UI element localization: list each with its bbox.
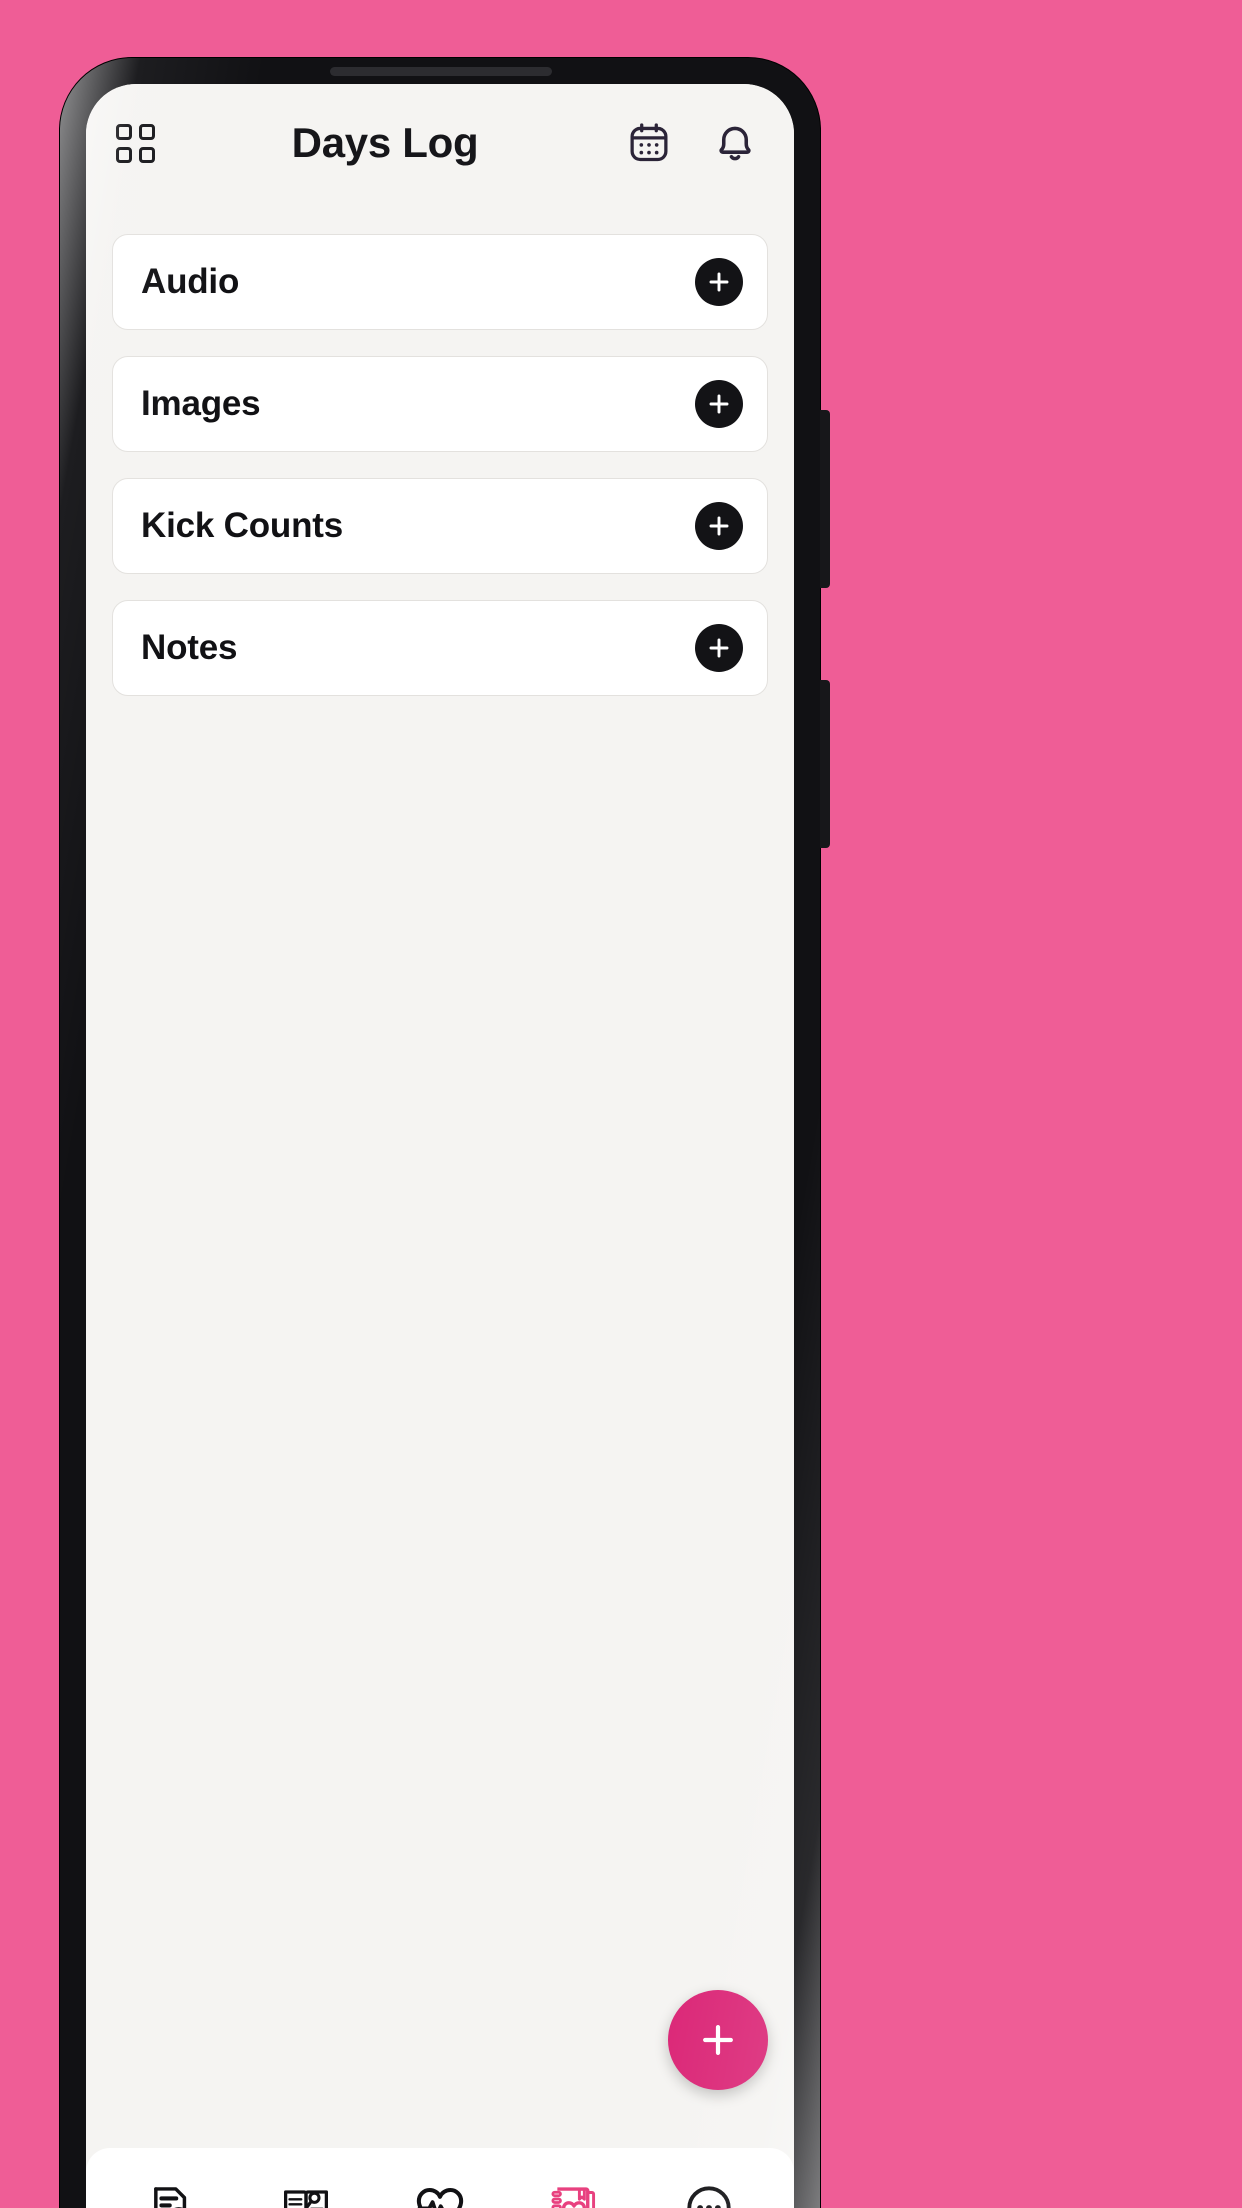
phone-frame: Days Log Audio Images Kick Counts Notes <box>60 58 830 2208</box>
log-card-label: Audio <box>141 262 240 301</box>
volume-button[interactable] <box>820 410 830 588</box>
floating-action-button[interactable] <box>668 1990 768 2090</box>
document-info-icon <box>154 2187 187 2208</box>
earpiece-speaker <box>330 67 552 76</box>
more-ellipsis-icon <box>687 2186 731 2208</box>
nav-item-document-info[interactable] <box>126 2163 216 2208</box>
log-card-label: Notes <box>141 628 238 667</box>
log-list: Audio Images Kick Counts Notes <box>86 202 794 2148</box>
log-card-notes[interactable]: Notes <box>112 600 768 696</box>
add-images-button[interactable] <box>695 380 743 428</box>
calendar-button[interactable] <box>618 112 680 174</box>
nav-item-more[interactable] <box>664 2163 754 2208</box>
add-kick-counts-button[interactable] <box>695 502 743 550</box>
bottom-navigation <box>86 2148 794 2208</box>
heart-journal-icon <box>551 2187 596 2208</box>
phone-screen: Days Log Audio Images Kick Counts Notes <box>86 84 794 2208</box>
nav-item-heart-journal[interactable] <box>529 2163 619 2208</box>
notification-button[interactable] <box>704 112 766 174</box>
add-audio-button[interactable] <box>695 258 743 306</box>
plus-icon <box>709 272 729 292</box>
plus-icon <box>703 2025 733 2055</box>
nav-item-heart-pulse[interactable] <box>395 2163 485 2208</box>
plus-icon <box>709 638 729 658</box>
plus-icon <box>709 394 729 414</box>
plus-icon <box>709 516 729 536</box>
log-card-label: Images <box>141 384 261 423</box>
calendar-icon <box>630 123 668 162</box>
bell-icon <box>719 126 751 161</box>
add-notes-button[interactable] <box>695 624 743 672</box>
log-card-audio[interactable]: Audio <box>112 234 768 330</box>
log-card-label: Kick Counts <box>141 506 343 545</box>
grid-icon <box>115 123 155 163</box>
power-button[interactable] <box>820 680 830 848</box>
log-card-kick-counts[interactable]: Kick Counts <box>112 478 768 574</box>
app-bar: Days Log <box>86 84 794 202</box>
open-book-icon <box>283 2190 328 2208</box>
heart-pulse-icon <box>416 2187 464 2208</box>
log-card-images[interactable]: Images <box>112 356 768 452</box>
page-title: Days Log <box>291 119 479 166</box>
nav-item-open-book[interactable] <box>261 2163 351 2208</box>
